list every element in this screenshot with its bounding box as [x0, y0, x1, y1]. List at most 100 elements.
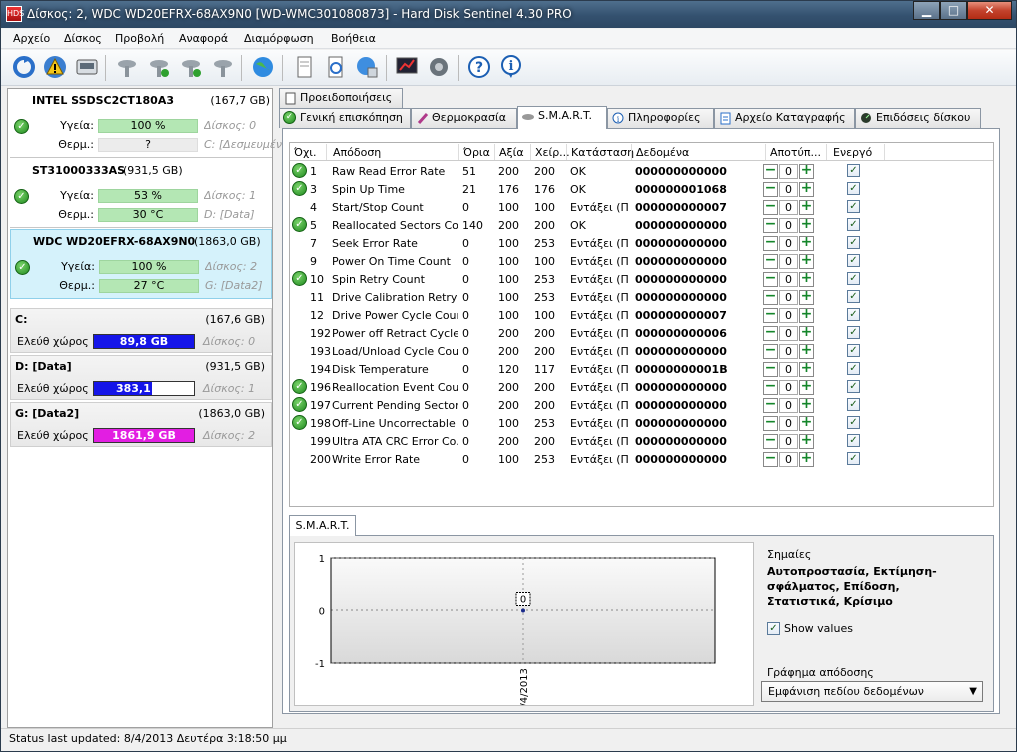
offset-value[interactable]: 0 — [779, 272, 798, 287]
active-checkbox[interactable]: ✓ — [847, 272, 860, 285]
offset-value[interactable]: 0 — [779, 236, 798, 251]
offset-value[interactable]: 0 — [779, 200, 798, 215]
table-row[interactable]: 199 Ultra ATA CRC Error Co... 0 200 200 Εντάξ… — [290, 432, 993, 450]
tab-information[interactable]: i Πληροφορίες — [607, 108, 714, 128]
col-threshold[interactable]: Όρια — [463, 146, 490, 159]
active-checkbox[interactable]: ✓ — [847, 452, 860, 465]
menu-help[interactable]: Βοήθεια — [331, 32, 376, 45]
active-checkbox[interactable]: ✓ — [847, 218, 860, 231]
decrement-button[interactable]: − — [763, 199, 778, 215]
offset-value[interactable]: 0 — [779, 452, 798, 467]
tab-warnings[interactable]: Προειδοποιήσεις — [279, 88, 403, 108]
active-checkbox[interactable]: ✓ — [847, 326, 860, 339]
increment-button[interactable]: + — [799, 199, 814, 215]
increment-button[interactable]: + — [799, 289, 814, 305]
table-row[interactable]: 12 Drive Power Cycle Count 0 100 100 Εντάξει … — [290, 306, 993, 324]
active-checkbox[interactable]: ✓ — [847, 164, 860, 177]
decrement-button[interactable]: − — [763, 433, 778, 449]
increment-button[interactable]: + — [799, 379, 814, 395]
table-row[interactable]: 7Seek Error Rate0100253Εντάξει (Π...0000… — [290, 234, 993, 252]
table-row[interactable]: 193 Load/Unload Cycle Cou... 0 200 200 Εντάξε… — [290, 342, 993, 360]
table-row[interactable]: ✓ 3 Spin Up Time 21 176 176 OK 000000001068−0 + ✓ — [290, 180, 993, 198]
increment-button[interactable]: + — [799, 343, 814, 359]
offset-value[interactable]: 0 — [779, 416, 798, 431]
disk-item-1[interactable]: ST31000333AS (931,5 GB) ✓ Υγεία: 53 % Δί… — [10, 159, 272, 228]
active-checkbox[interactable]: ✓ — [847, 398, 860, 411]
send-report-icon[interactable] — [354, 54, 380, 80]
decrement-button[interactable]: − — [763, 415, 778, 431]
active-checkbox[interactable]: ✓ — [847, 290, 860, 303]
table-row[interactable]: 200Write Error Rate 0 100 253 Εντάξει (Π... 0… — [290, 450, 993, 468]
offset-value[interactable]: 0 — [779, 290, 798, 305]
offset-value[interactable]: 0 — [779, 218, 798, 233]
active-checkbox[interactable]: ✓ — [847, 362, 860, 375]
table-row[interactable]: 194Disk Temperature 0 120 117 Εντάξει (Π... 0… — [290, 360, 993, 378]
repair-icon[interactable] — [178, 54, 204, 80]
tab-smart[interactable]: S.M.A.R.T. — [517, 106, 607, 129]
table-row[interactable]: ✓ 5 Reallocated Sectors Co... 140 200 200 OK 00… — [290, 216, 993, 234]
col-status[interactable]: Κατάσταση — [571, 146, 634, 159]
increment-button[interactable]: + — [799, 217, 814, 233]
table-row[interactable]: ✓ 198 Off-Line Uncorrectable ... 0 100 253 Εντ… — [290, 414, 993, 432]
increment-button[interactable]: + — [799, 235, 814, 251]
menu-disk[interactable]: Δίσκος — [64, 32, 102, 45]
col-attribute[interactable]: Απόδοση — [333, 146, 381, 159]
table-row[interactable]: ✓ 197 Current Pending Sector... 0 200 200 Εντά… — [290, 396, 993, 414]
active-checkbox[interactable]: ✓ — [847, 182, 860, 195]
table-row[interactable]: 4Start/Stop Count0100100Εντάξει (Π...000… — [290, 198, 993, 216]
table-row[interactable]: 11 Drive Calibration Retry ... 0 100 253 Εντά… — [290, 288, 993, 306]
increment-button[interactable]: + — [799, 451, 814, 467]
table-row[interactable]: 9 Power On Time Count 0 100 100 Εντάξει (Π...… — [290, 252, 993, 270]
offset-value[interactable]: 0 — [779, 254, 798, 269]
surface-test-icon[interactable] — [146, 54, 172, 80]
increment-button[interactable]: + — [799, 271, 814, 287]
partition-item-2[interactable]: G: [Data2] (1863,0 GB) Ελεύθ χώρος 1861,… — [10, 402, 272, 447]
col-offset[interactable]: Αποτύπ... — [770, 146, 821, 159]
decrement-button[interactable]: − — [763, 217, 778, 233]
help-icon[interactable]: ? — [466, 54, 492, 80]
decrement-button[interactable]: − — [763, 379, 778, 395]
decrement-button[interactable]: − — [763, 271, 778, 287]
close-button[interactable]: ✕ — [967, 1, 1012, 20]
tab-temperature[interactable]: Θερμοκρασία — [411, 108, 517, 128]
offset-value[interactable]: 0 — [779, 344, 798, 359]
increment-button[interactable]: + — [799, 361, 814, 377]
partition-item-1[interactable]: D: [Data] (931,5 GB) Ελεύθ χώρος 383,1 G… — [10, 355, 272, 400]
maximize-button[interactable]: □ — [940, 1, 967, 20]
table-row[interactable]: ✓10Spin Retry Count0100253Εντάξει (Π...0… — [290, 270, 993, 288]
sound-icon[interactable] — [426, 54, 452, 80]
increment-button[interactable]: + — [799, 415, 814, 431]
increment-button[interactable]: + — [799, 253, 814, 269]
table-row[interactable]: ✓ 196 Reallocation Event Count 0 200 200 Εντάξ… — [290, 378, 993, 396]
increment-button[interactable]: + — [799, 307, 814, 323]
decrement-button[interactable]: − — [763, 451, 778, 467]
tab-smart-chart[interactable]: S.M.A.R.T. — [289, 515, 356, 536]
tab-overview[interactable]: ✓ Γενική επισκόπηση — [279, 108, 411, 128]
decrement-button[interactable]: − — [763, 235, 778, 251]
col-no[interactable]: Όχι. — [294, 146, 317, 159]
decrement-button[interactable]: − — [763, 361, 778, 377]
decrement-button[interactable]: − — [763, 163, 778, 179]
col-value[interactable]: Αξία — [499, 146, 524, 159]
active-checkbox[interactable]: ✓ — [847, 416, 860, 429]
menu-report[interactable]: Αναφορά — [179, 32, 228, 45]
menu-file[interactable]: Αρχείο — [13, 32, 50, 45]
show-values-checkbox[interactable]: ✓ — [767, 622, 780, 635]
tab-log[interactable]: Αρχείο Καταγραφής — [714, 108, 855, 128]
offset-value[interactable]: 0 — [779, 380, 798, 395]
decrement-button[interactable]: − — [763, 289, 778, 305]
menu-configuration[interactable]: Διαμόρφωση — [244, 32, 314, 45]
partition-item-0[interactable]: C: (167,6 GB) Ελεύθ χώρος 89,8 GB Δίσκος… — [10, 308, 272, 353]
active-checkbox[interactable]: ✓ — [847, 236, 860, 249]
offset-value[interactable]: 0 — [779, 164, 798, 179]
about-icon[interactable]: i — [498, 54, 524, 80]
globe-icon[interactable] — [250, 54, 276, 80]
offset-value[interactable]: 0 — [779, 398, 798, 413]
increment-button[interactable]: + — [799, 181, 814, 197]
offset-value[interactable]: 0 — [779, 308, 798, 323]
col-worst[interactable]: Χείρ... — [535, 146, 570, 159]
offset-value[interactable]: 0 — [779, 182, 798, 197]
disk-item-2-selected[interactable]: WDC WD20EFRX-68AX9N0 (1863,0 GB) ✓ Υγεία… — [10, 229, 272, 299]
active-checkbox[interactable]: ✓ — [847, 200, 860, 213]
col-data[interactable]: Δεδομένα — [636, 146, 689, 159]
